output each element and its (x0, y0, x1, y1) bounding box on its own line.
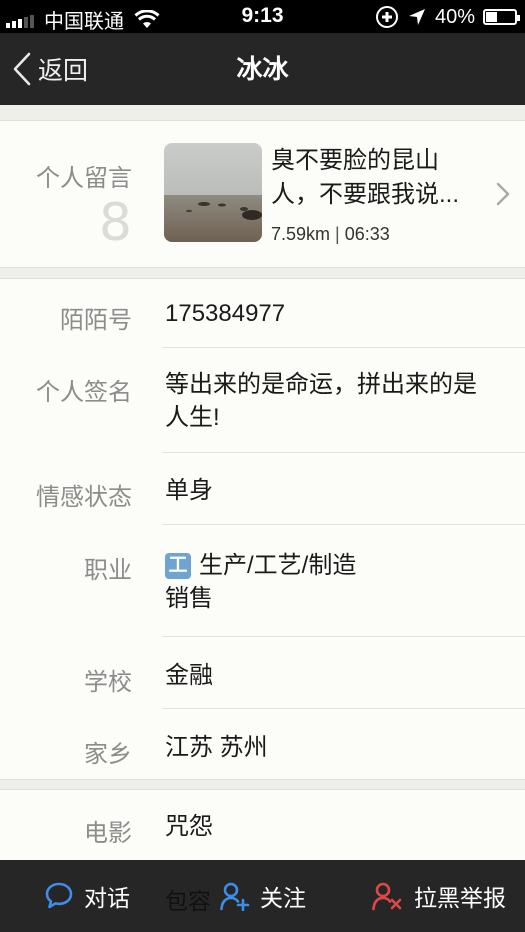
block-report-button[interactable]: 拉黑举报 (372, 860, 506, 932)
bottom-action-bar: 包容 对话 关注 拉黑举报 (0, 860, 525, 932)
message-time: 06:33 (344, 224, 390, 244)
divider (162, 708, 525, 709)
interests-card: 电影 咒怨 (0, 789, 525, 860)
message-count: 8 (98, 193, 132, 253)
battery-percent: 40% (434, 5, 475, 28)
chevron-right-icon (496, 182, 510, 206)
message-thumbnail[interactable] (164, 143, 262, 242)
divider (162, 636, 525, 637)
status-bar: 中国联通 9:13 40% (0, 0, 525, 33)
chat-button[interactable]: 对话 (44, 860, 130, 932)
relationship-label: 情感状态 (36, 484, 132, 511)
occupation-value: 工生产/工艺/制造 销售 (165, 549, 505, 615)
follow-button[interactable]: 关注 (220, 860, 306, 932)
status-right: 40% (367, 5, 520, 29)
momo-id-label: 陌陌号 (60, 307, 132, 334)
signature-value: 等出来的是命运，拼出来的是人生! (165, 371, 477, 431)
message-label: 个人留言 (36, 165, 132, 192)
location-arrow-icon (408, 9, 425, 25)
add-user-icon (220, 882, 250, 911)
profile-content[interactable]: 个人留言 8 臭不要脸的昆山人，不要跟我说... 7.59km | 06:33 … (0, 105, 525, 860)
school-value: 金融 (165, 662, 213, 689)
hometown-label: 家乡 (84, 741, 132, 768)
follow-label: 关注 (260, 885, 306, 911)
occupation-title: 销售 (165, 585, 213, 612)
occupation-industry: 生产/工艺/制造 (199, 552, 357, 579)
personal-message-card[interactable]: 个人留言 8 臭不要脸的昆山人，不要跟我说... 7.59km | 06:33 (0, 120, 525, 268)
block-user-icon (372, 882, 402, 911)
divider (162, 524, 525, 525)
seascape-image (164, 143, 262, 242)
chat-bubble-icon (45, 882, 73, 909)
signature-label: 个人签名 (36, 379, 132, 406)
occupation-label: 职业 (84, 557, 132, 584)
message-text: 臭不要脸的昆山人，不要跟我说... (271, 147, 460, 208)
movie-value: 咒怨 (165, 813, 213, 840)
school-label: 学校 (84, 669, 132, 696)
chat-label: 对话 (84, 885, 130, 911)
block-report-label: 拉黑举报 (414, 885, 506, 911)
divider (162, 347, 525, 348)
partial-interest-text: 包容 (165, 888, 211, 914)
message-meta: 7.59km | 06:33 (271, 224, 390, 244)
profile-info-card: 陌陌号 175384977 个人签名 等出来的是命运，拼出来的是人生! 情感状态… (0, 278, 525, 780)
page-title: 冰冰 (236, 54, 289, 84)
hometown-value: 江苏 苏州 (165, 734, 268, 761)
industry-icon: 工 (165, 553, 191, 579)
message-distance: 7.59km (271, 224, 331, 244)
momo-id-value: 175384977 (165, 300, 286, 327)
movie-label: 电影 (84, 820, 132, 847)
relationship-value: 单身 (165, 477, 213, 504)
divider (162, 452, 525, 453)
navigation-bar: 返回 冰冰 (0, 33, 525, 105)
battery-icon (483, 9, 520, 25)
rotation-lock-icon (375, 6, 398, 28)
